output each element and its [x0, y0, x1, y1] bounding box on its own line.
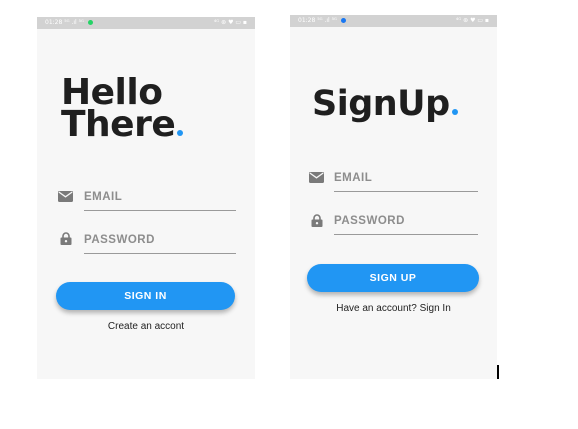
status-bar: 01:28 ⁵ᴳ .ıl ⁵ᴳ ⁴ᴳ ⊛ ♥ ▭ ▪ — [37, 17, 255, 29]
email-underline — [334, 191, 478, 192]
text-cursor — [497, 365, 499, 379]
status-time: 01:28 — [298, 17, 316, 24]
sign-up-button[interactable]: SIGN UP — [307, 264, 479, 292]
sign-in-button[interactable]: SIGN IN — [56, 282, 235, 310]
email-field-group — [58, 188, 236, 212]
signup-screen: 01:28 ⁵ᴳ .ıl ⁵ᴳ ⁴ᴳ ⊛ ♥ ▭ ▪ SignUp SIGN U… — [290, 15, 497, 379]
password-input[interactable] — [84, 232, 234, 247]
password-underline — [334, 234, 478, 235]
whatsapp-icon — [87, 20, 93, 25]
password-field-group — [58, 231, 236, 255]
status-right-indicators: ⁴ᴳ ⊛ ♥ ▭ ▪ — [213, 19, 247, 26]
headline-text: SignUp — [312, 84, 450, 124]
sign-in-link[interactable]: Have an account? Sign In — [290, 303, 497, 314]
status-time: 01:28 — [45, 19, 63, 26]
headline-line-2: There — [61, 104, 176, 145]
signal-indicators: ⁵ᴳ .ıl ⁵ᴳ — [317, 17, 337, 24]
accent-dot — [451, 109, 458, 115]
lock-icon — [311, 214, 323, 227]
page-title: Hello There — [61, 75, 184, 143]
email-underline — [84, 210, 236, 211]
status-right-indicators: ⁴ᴳ ⊛ ♥ ▭ ▪ — [455, 17, 489, 24]
mail-icon — [58, 191, 73, 202]
password-field-group — [309, 213, 479, 237]
password-underline — [84, 253, 236, 254]
page-title: SignUp — [312, 85, 458, 123]
email-field-group — [309, 170, 479, 194]
email-input[interactable] — [84, 189, 234, 204]
signin-screen: 01:28 ⁵ᴳ .ıl ⁵ᴳ ⁴ᴳ ⊛ ♥ ▭ ▪ Hello There S… — [37, 17, 255, 379]
accent-dot — [177, 130, 184, 136]
email-input[interactable] — [334, 170, 474, 185]
mail-icon — [309, 172, 324, 183]
facebook-icon — [340, 18, 346, 23]
password-input[interactable] — [334, 213, 474, 228]
lock-icon — [60, 232, 72, 245]
status-bar: 01:28 ⁵ᴳ .ıl ⁵ᴳ ⁴ᴳ ⊛ ♥ ▭ ▪ — [290, 15, 497, 27]
create-account-link[interactable]: Create an accont — [37, 321, 255, 332]
signal-indicators: ⁵ᴳ .ıl ⁵ᴳ — [64, 19, 84, 26]
